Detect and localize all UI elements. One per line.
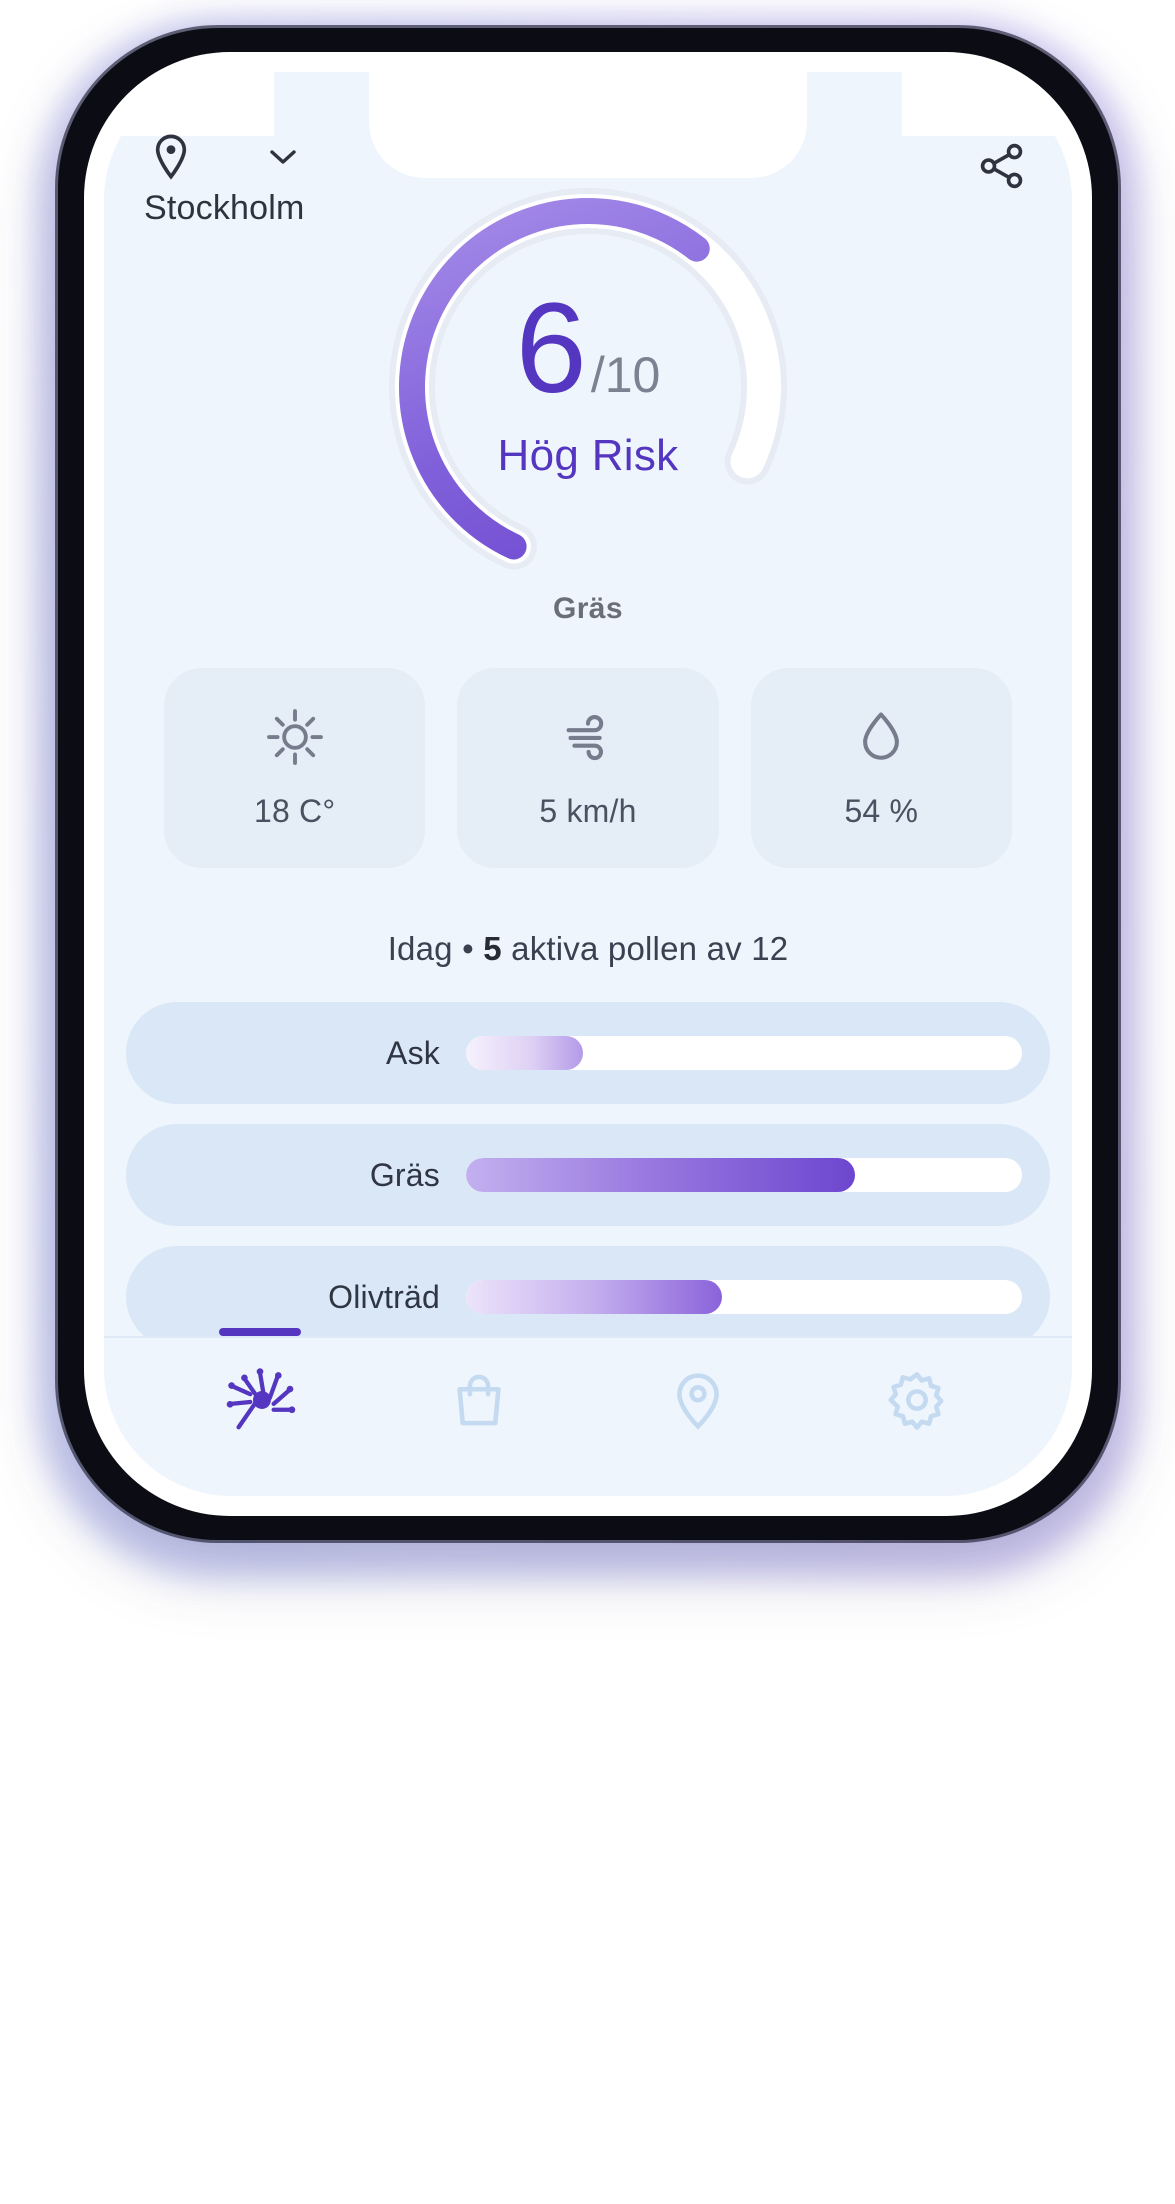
screenshot-stage: Stockholm 6 /10 Hög Risk Gräs 18 C° 5 km…	[0, 0, 1175, 2204]
share-button[interactable]	[972, 138, 1032, 198]
location-selector-row	[144, 132, 298, 187]
pollen-name: Ask	[386, 1034, 440, 1071]
active-pollen-summary: Idag • 5 aktiva pollen av 12	[104, 930, 1072, 968]
map-pin-icon	[150, 132, 192, 187]
pollen-level-track	[466, 1280, 1022, 1314]
pollen-level-fill	[466, 1280, 722, 1314]
stat-value-humidity: 54 %	[844, 793, 919, 829]
stat-card-humidity: 54 %	[750, 668, 1012, 868]
app-header: Stockholm	[138, 126, 1038, 256]
sun-icon	[264, 706, 326, 773]
pollen-level-track	[466, 1158, 1022, 1192]
pollen-level-track	[466, 1036, 1022, 1070]
gear-icon	[884, 1367, 950, 1438]
pollen-name: Olivträd	[328, 1278, 440, 1315]
weather-stats: 18 C° 5 km/h 54 %	[164, 668, 1012, 868]
gauge-score-row: 6 /10	[516, 285, 661, 413]
location-selector[interactable]: Stockholm	[144, 132, 305, 228]
summary-suffix: aktiva pollen av 12	[501, 930, 789, 967]
map-pin-icon	[665, 1367, 731, 1438]
pollen-name: Gräs	[369, 1156, 440, 1193]
nav-item-settings[interactable]	[869, 1354, 965, 1450]
stat-card-wind: 5 km/h	[457, 668, 719, 868]
pollen-dandelion-icon	[223, 1363, 297, 1442]
summary-prefix: Idag •	[387, 930, 484, 967]
gauge-source-label: Gräs	[553, 592, 623, 625]
pollen-level-fill	[466, 1158, 856, 1192]
gauge-risk-label: Hög Risk	[497, 431, 679, 480]
pollen-row-gras[interactable]: Gräs	[126, 1124, 1050, 1226]
gauge-score-value: 6	[515, 277, 587, 420]
share-icon	[977, 141, 1027, 196]
nav-item-shop[interactable]	[431, 1354, 527, 1450]
stat-card-temperature: 18 C°	[164, 668, 426, 868]
stat-value-wind: 5 km/h	[539, 793, 637, 829]
phone-screen: Stockholm 6 /10 Hög Risk Gräs 18 C° 5 km…	[104, 72, 1072, 1496]
droplet-icon	[850, 706, 912, 773]
chevron-down-icon[interactable]	[268, 148, 298, 171]
wind-icon	[557, 706, 619, 773]
pollen-row-ask[interactable]: Ask	[126, 1002, 1050, 1104]
pollen-level-fill	[466, 1036, 583, 1070]
stat-value-temperature: 18 C°	[253, 793, 336, 829]
app-root: Stockholm 6 /10 Hög Risk Gräs 18 C° 5 km…	[104, 72, 1072, 1496]
nav-active-indicator	[218, 1328, 301, 1336]
summary-count: 5	[483, 930, 502, 967]
bottom-navigation	[104, 1328, 1072, 1496]
gauge-score-denominator: /10	[590, 347, 661, 403]
shopping-bag-icon	[446, 1367, 512, 1438]
nav-item-pollen[interactable]	[212, 1328, 308, 1450]
nav-item-map[interactable]	[650, 1354, 746, 1450]
location-name: Stockholm	[144, 189, 305, 227]
